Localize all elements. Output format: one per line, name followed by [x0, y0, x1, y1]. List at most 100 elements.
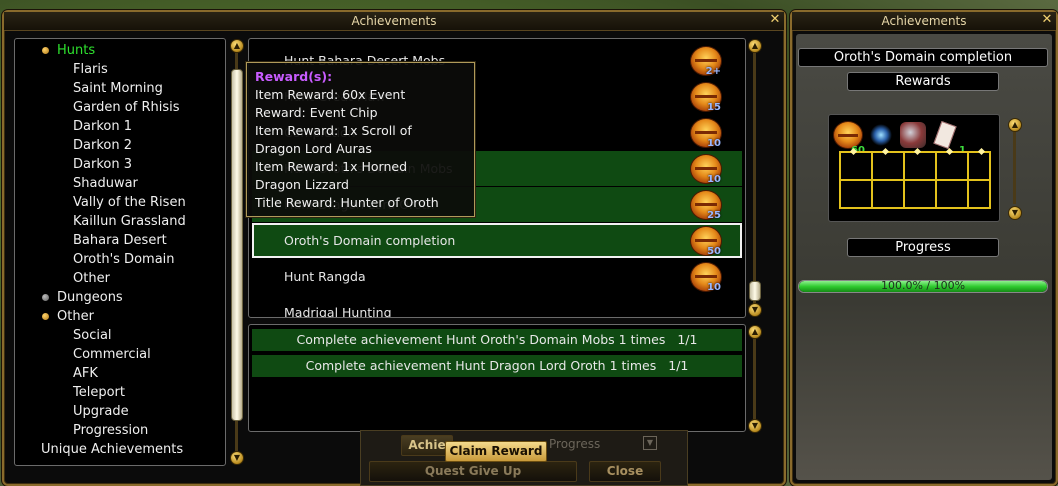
tree-item[interactable]: Flaris	[73, 60, 108, 79]
scroll-thumb[interactable]	[231, 69, 243, 421]
tree-item-label: Saint Morning	[73, 81, 163, 96]
tree-item[interactable]: Kaillun Grassland	[73, 212, 186, 231]
reward-chest-icon[interactable]: 50	[690, 226, 722, 257]
scroll-down-icon[interactable]: ▼	[748, 303, 762, 317]
scroll-down-icon[interactable]: ▼	[748, 419, 762, 433]
scroll-down-icon[interactable]: ▼	[1008, 206, 1022, 220]
tree-item[interactable]: Darkon 3	[73, 155, 132, 174]
tree-item[interactable]: Upgrade	[73, 402, 129, 421]
window-title: Achievements	[4, 12, 784, 31]
rewards-label: Rewards	[847, 72, 999, 91]
reward-slot[interactable]: 1	[931, 120, 966, 156]
tree-item[interactable]: Darkon 1	[73, 117, 132, 136]
tree-item-label: Other	[73, 271, 110, 286]
scroll-up-icon[interactable]: ▲	[748, 325, 762, 339]
requirement-text: Complete achievement Hunt Oroth's Domain…	[296, 332, 666, 347]
tree-item-label: Garden of Rhisis	[73, 100, 180, 115]
tree-item[interactable]: AFK	[73, 364, 98, 383]
reward-chest-icon[interactable]: 15	[690, 82, 722, 113]
close-icon[interactable]: ✕	[1040, 13, 1054, 27]
expanded-bullet-icon[interactable]	[42, 313, 49, 320]
requirement-list: Complete achievement Hunt Oroth's Domain…	[248, 324, 746, 432]
tree-item-label: Other	[57, 309, 94, 324]
tree-item-label: Upgrade	[73, 404, 129, 419]
tree-item[interactable]: Unique Achievements	[41, 440, 183, 459]
scroll-up-icon[interactable]: ▲	[748, 39, 762, 53]
reward-chest-icon[interactable]: 10	[690, 262, 722, 293]
tree-item[interactable]: Garden of Rhisis	[73, 98, 179, 117]
reward-chest-count: 2+	[705, 66, 721, 77]
tooltip-line: Dragon Lizzard	[255, 177, 349, 192]
tree-item[interactable]: Progression	[73, 421, 148, 440]
expanded-bullet-icon[interactable]	[42, 47, 49, 54]
tree-item-label: Darkon 3	[73, 157, 132, 172]
grid-node-icon	[913, 147, 922, 156]
tree-item[interactable]: Teleport	[73, 383, 125, 402]
reward-grid: 60 1	[828, 114, 1000, 222]
reward-slot[interactable]: 60	[833, 121, 865, 156]
claim-reward-button[interactable]: Claim Reward	[445, 441, 547, 462]
tree-item-label: Darkon 1	[73, 119, 132, 134]
chip-icon	[870, 124, 892, 146]
tree-item-label: Vally of the Risen	[73, 195, 186, 210]
reward-chest-count: 10	[707, 138, 721, 149]
reward-chest-icon[interactable]: 10	[690, 118, 722, 149]
tree-item[interactable]: Oroth's Domain	[73, 250, 175, 269]
requirement-progress: 1/1	[677, 332, 698, 347]
tree-item[interactable]: Dungeons	[42, 288, 123, 307]
tree-item[interactable]: Hunts	[42, 41, 96, 60]
requirement-scrollbar[interactable]: ▲ ▼	[748, 325, 762, 433]
close-button[interactable]: Close	[589, 461, 661, 482]
grid-line	[903, 151, 905, 209]
reward-chest-icon[interactable]: 10	[690, 154, 722, 185]
reward-chest-count: 15	[707, 102, 721, 113]
grid-line	[989, 151, 991, 209]
tab-progress[interactable]: Progress	[549, 435, 629, 454]
tooltip-line: Title Reward: Hunter of Oroth	[255, 195, 439, 210]
tree-item[interactable]: Shaduwar	[73, 174, 138, 193]
reward-scrollbar[interactable]: ▲ ▼	[1008, 118, 1022, 220]
scroll-down-icon[interactable]: ▼	[230, 451, 244, 465]
requirement-row: Complete achievement Hunt Dragon Lord Or…	[252, 355, 742, 377]
reward-tooltip: Reward(s): Item Reward: 60x Event Reward:…	[246, 62, 475, 217]
tooltip-header: Reward(s):	[255, 69, 333, 84]
achievement-label: Hunt Rangda	[284, 269, 366, 284]
reward-chest-icon[interactable]: 25	[690, 190, 722, 221]
requirement-text: Complete achievement Hunt Dragon Lord Or…	[305, 358, 657, 373]
quest-give-up-button[interactable]: Quest Give Up	[369, 461, 577, 482]
tree-item[interactable]: Other	[73, 269, 110, 288]
reward-chest-icon[interactable]: 2+	[690, 46, 722, 77]
tree-item[interactable]: Darkon 2	[73, 136, 132, 155]
tree-item[interactable]: Commercial	[73, 345, 151, 364]
tree-item-label: Flaris	[73, 62, 108, 77]
scroll-icon	[933, 120, 957, 150]
requirement-progress: 1/1	[668, 358, 689, 373]
reward-chest-count: 25	[707, 210, 721, 221]
achievement-scrollbar[interactable]: ▲ ▼	[748, 39, 762, 317]
collapsed-bullet-icon[interactable]	[42, 294, 49, 301]
tree-item[interactable]: Saint Morning	[73, 79, 163, 98]
tree-item[interactable]: Social	[73, 326, 112, 345]
scroll-up-icon[interactable]: ▲	[230, 39, 244, 53]
tree-item-label: Hunts	[57, 43, 96, 58]
tree-item[interactable]: Bahara Desert	[73, 231, 167, 250]
reward-slot[interactable]	[867, 121, 895, 149]
category-scrollbar[interactable]: ▲ ▼	[230, 39, 244, 465]
window-title: Achievements	[792, 12, 1056, 31]
requirement-row: Complete achievement Hunt Oroth's Domain…	[252, 329, 742, 351]
tree-item-label: Shaduwar	[73, 176, 138, 191]
tree-item[interactable]: Other	[42, 307, 94, 326]
scroll-thumb[interactable]	[749, 281, 761, 301]
tree-item[interactable]: Vally of the Risen	[73, 193, 186, 212]
scroll-up-icon[interactable]: ▲	[1008, 118, 1022, 132]
achievement-detail-window: Achievements ✕ Oroth's Domain completion…	[790, 10, 1058, 486]
achievement-row[interactable]: Hunt Rangda 10	[252, 259, 742, 294]
tree-item-label: Unique Achievements	[41, 442, 184, 457]
dropdown-icon[interactable]: ▼	[643, 436, 657, 450]
grid-line	[839, 151, 841, 209]
reward-slot[interactable]	[899, 121, 927, 149]
achievement-row[interactable]: Oroth's Domain completion 50	[252, 223, 742, 258]
tree-item-label: Progression	[73, 423, 149, 438]
close-icon[interactable]: ✕	[768, 13, 782, 27]
achievement-row[interactable]: Madrigal Hunting	[252, 295, 742, 317]
